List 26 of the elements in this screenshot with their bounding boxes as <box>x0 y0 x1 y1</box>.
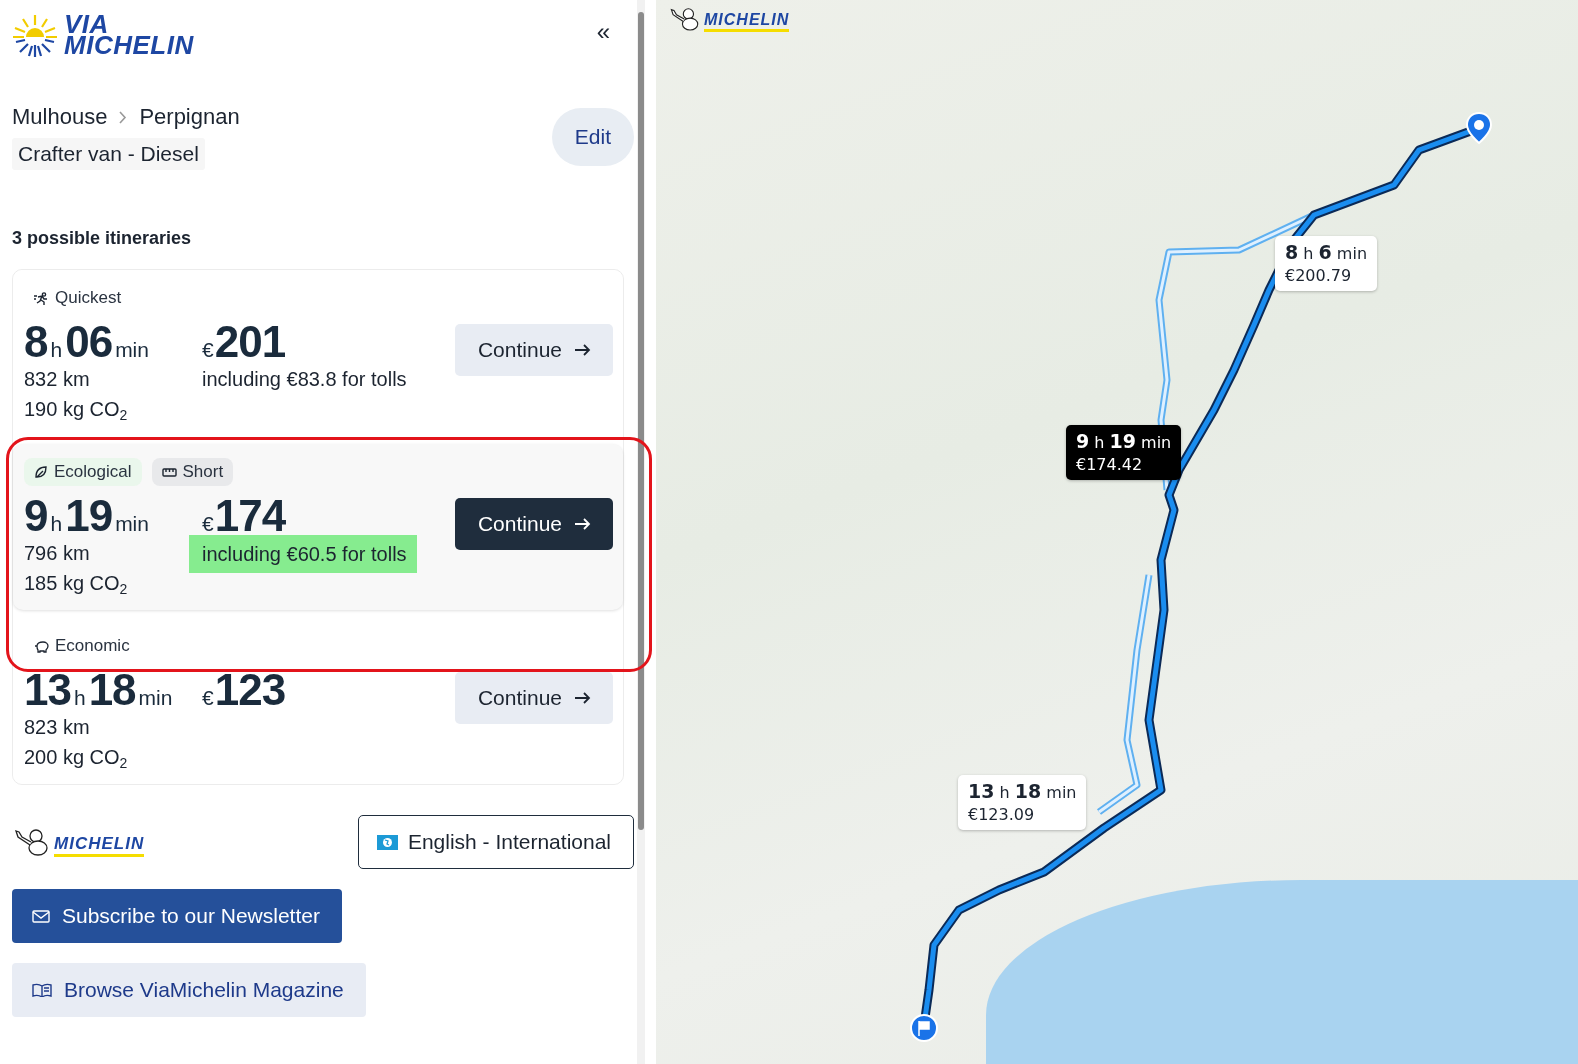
tolls-text: including €83.8 for tolls <box>202 367 407 392</box>
duration-text: 9 h 19min <box>24 494 150 538</box>
distance-text: 823 km <box>24 715 91 740</box>
tolls-text: including €60.5 for tolls <box>189 535 417 573</box>
emissions-text: 185 kg CO$_{2}$ <box>24 571 129 598</box>
logo-text: VIA <box>64 14 109 35</box>
distance-text: 832 km <box>24 367 91 392</box>
itinerary-tag: Economic <box>24 632 140 660</box>
price-text: €174 <box>202 494 287 538</box>
brand-logo-text: MICHELIN <box>54 834 145 857</box>
destination-text: Perpignan <box>139 104 240 130</box>
itineraries-heading: 3 possible itineraries <box>12 228 193 249</box>
price-text: €123 <box>202 668 287 712</box>
map-logo-text: MICHELIN <box>704 11 790 32</box>
distance-text: 796 km <box>24 541 91 566</box>
itinerary-tag: Ecological <box>24 458 142 486</box>
logo-text: MICHELIN <box>64 35 194 56</box>
vehicle-chip: Crafter van - Diesel <box>12 138 205 170</box>
origin-text: Mulhouse <box>12 104 108 130</box>
itinerary-tag: Quickest <box>24 284 132 312</box>
duration-text: 13h 18 min <box>24 668 174 712</box>
duration-text: 8 h 06min <box>24 320 150 364</box>
itinerary-tag: Short <box>151 458 234 486</box>
emissions-text: 190 kg CO$_{2}$ <box>24 397 129 424</box>
emissions-text: 200 kg CO$_{2}$ <box>24 745 129 772</box>
price-text: €201 <box>202 320 287 364</box>
